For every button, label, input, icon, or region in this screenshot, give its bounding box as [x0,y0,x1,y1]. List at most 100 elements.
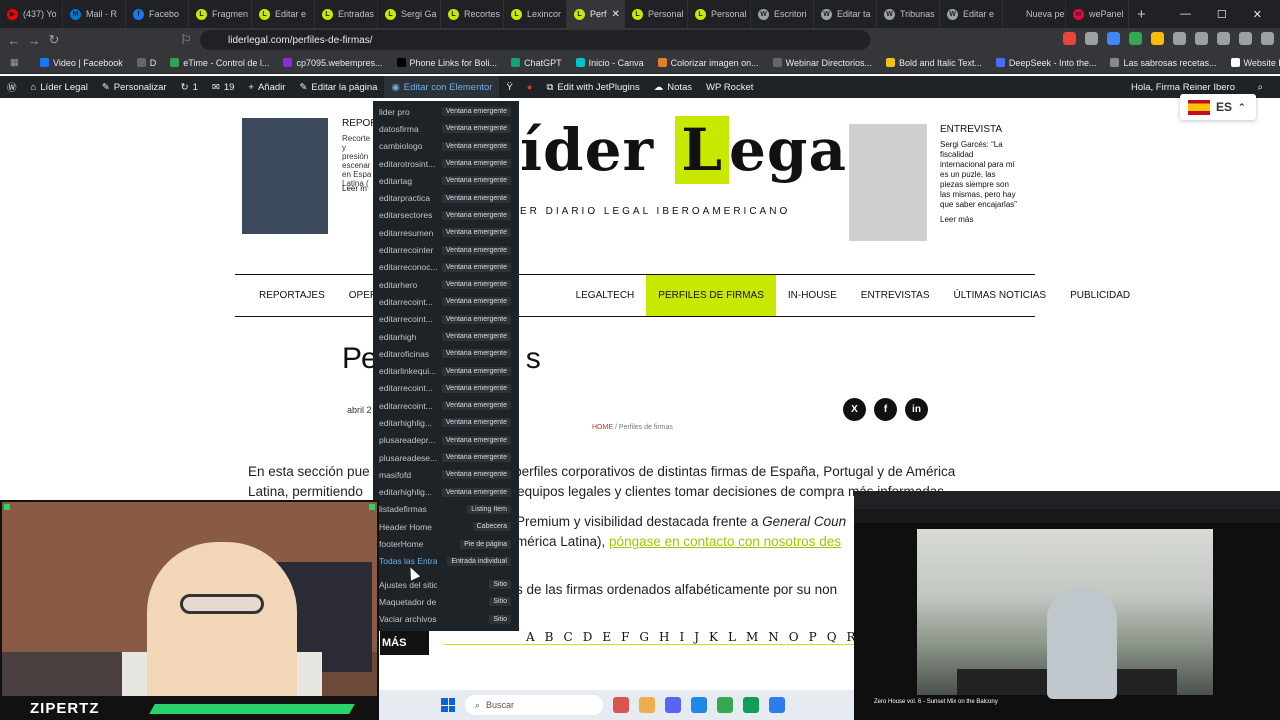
bookmark-item[interactable]: Bold and Italic Text... [886,58,982,68]
template-item[interactable]: editarhigh Ventana emergente [373,328,519,345]
site-logo[interactable]: íder Legal [520,116,870,184]
ext-icon[interactable] [1085,32,1098,45]
template-item[interactable]: editarrecoint... Ventana emergente [373,380,519,397]
template-item[interactable]: Maquetador de temas Sitio [373,593,519,610]
alphabet-letter[interactable]: F [621,630,629,644]
template-item[interactable]: editarhighlig... Ventana emergente [373,484,519,501]
interview-quote[interactable]: Sergi Garcés: “La fiscalidad internacion… [940,140,1020,210]
wp-site-link[interactable]: ⌂ Líder Legal [24,76,95,98]
browser-tab[interactable]: L Personal [688,0,751,28]
wp-customize-link[interactable]: ✎ Personalizar [95,76,174,98]
ext-icon[interactable] [1129,32,1142,45]
template-item[interactable]: editarotrosint... Ventana emergente [373,155,519,172]
nav-item[interactable]: IN-HOUSE [776,275,849,316]
browser-tab[interactable]: L Sergi Ga [378,0,441,28]
wp-add-link[interactable]: + Añadir [241,76,292,98]
reload-icon[interactable]: ↻ [44,32,64,48]
taskbar-app-icon[interactable] [691,697,707,713]
taskbar-app-icon[interactable] [639,697,655,713]
ext-icon[interactable] [1217,32,1230,45]
browser-tab[interactable]: W Editar e [940,0,1003,28]
template-item[interactable]: masifofd Ventana emergente [373,466,519,483]
nav-item[interactable]: ÚLTIMAS NOTICIAS [942,275,1059,316]
template-item[interactable]: editarrecoint... Ventana emergente [373,397,519,414]
alphabet-letter[interactable]: N [768,630,779,644]
tab-close-icon[interactable]: ✕ [612,9,620,20]
template-item[interactable]: editarresumen Ventana emergente [373,224,519,241]
ext-icon[interactable] [1063,32,1076,45]
template-item[interactable]: editarpractica Ventana emergente [373,189,519,206]
bookmark-item[interactable]: cp7095.webempres... [283,58,383,68]
template-item[interactable]: editarrecoint... Ventana emergente [373,293,519,310]
wp-comments-link[interactable]: ✉ 19 [205,76,242,98]
bookmark-item[interactable]: Las sabrosas recetas... [1110,58,1217,68]
alphabet-letter[interactable]: Q [827,630,837,644]
new-tab-icon[interactable]: + [1129,6,1154,23]
template-item[interactable]: Vaciar archivos y datos Sitio [373,611,519,628]
report-read-more[interactable]: Leer m [342,184,367,193]
ext-icon[interactable] [1261,32,1274,45]
alphabet-letter[interactable]: D [583,630,593,644]
interview-photo[interactable] [849,124,927,241]
ext-icon[interactable] [1173,32,1186,45]
template-item[interactable]: editarlinkequi... Ventana emergente [373,362,519,379]
bookmark-item[interactable]: Webinar Directorios... [772,58,872,68]
bookmark-item[interactable]: D [136,58,156,68]
taskbar-app-icon[interactable] [769,697,785,713]
browser-tab[interactable]: ▶ (437) Yo [0,0,63,28]
nav-item[interactable]: LEGALTECH [564,275,647,316]
back-icon[interactable]: ← [4,33,24,48]
facebook-share-icon[interactable]: f [874,398,897,421]
bookmark-item[interactable]: Colorizar imagen on... [657,58,759,68]
wp-edit-page-link[interactable]: ✎ Editar la página [292,76,384,98]
wp-y-icon[interactable]: Ÿ [499,76,519,98]
template-item[interactable]: editartag Ventana emergente [373,172,519,189]
alphabet-letter[interactable]: A [526,630,535,644]
report-photo[interactable] [242,118,328,234]
alphabet-letter[interactable]: B [545,630,554,644]
template-item[interactable]: listadefirmas Listing Item [373,501,519,518]
template-item[interactable]: editarsectores Ventana emergente [373,207,519,224]
alphabet-letter[interactable]: K [709,630,718,644]
template-item[interactable]: footerHome Pie de página [373,535,519,552]
wordpress-icon[interactable]: Ⓦ [0,76,24,98]
contact-link[interactable]: póngase en contacto con nosotros des [609,534,841,549]
mas-button[interactable]: MÁS [380,631,429,655]
video-frame[interactable] [917,529,1213,699]
forward-icon[interactable]: → [24,33,44,48]
bookmark-item[interactable]: Video | Facebook [40,58,123,68]
bookmark-item[interactable]: Phone Links for Boli... [396,58,497,68]
ext-icon[interactable] [1151,32,1164,45]
template-item[interactable]: editarreconoc... Ventana emergente [373,259,519,276]
wp-updates-link[interactable]: ↻ 1 [174,76,205,98]
ext-icon[interactable] [1239,32,1252,45]
ext-icon[interactable] [1107,32,1120,45]
close-window-icon[interactable]: ✕ [1253,8,1262,21]
browser-tab[interactable]: L Perf ✕ [567,0,625,28]
nav-item[interactable]: PERFILES DE FIRMAS [646,275,776,316]
taskbar-app-icon[interactable] [717,697,733,713]
template-item[interactable]: editarhero Ventana emergente [373,276,519,293]
taskbar-app-icon[interactable] [665,697,681,713]
browser-tab[interactable]: L Fragmen [189,0,252,28]
interview-read-more[interactable]: Leer más [940,215,973,224]
windows-start-icon[interactable] [441,698,455,712]
x-share-icon[interactable]: X [843,398,866,421]
browser-tab[interactable]: f Facebo [126,0,189,28]
ext-icon[interactable] [1195,32,1208,45]
template-item[interactable]: editarhighlig... Ventana emergente [373,414,519,431]
browser-tab[interactable]: L Recortes [441,0,504,28]
browser-tab[interactable]: W Escritori [751,0,814,28]
alphabet-letter[interactable]: I [679,630,684,644]
wp-notes-link[interactable]: ☁ Notas [647,76,699,98]
template-item[interactable]: cambiologo Ventana emergente [373,138,519,155]
maximize-icon[interactable]: ☐ [1217,8,1227,21]
taskbar-search[interactable]: ⌕ Buscar [465,695,603,715]
browser-tab[interactable]: L Entradas [315,0,378,28]
language-switcher[interactable]: ES ⌃ [1180,94,1256,120]
alphabet-letter[interactable]: E [602,630,611,644]
browser-tab[interactable]: W Editar ta [814,0,877,28]
template-item[interactable]: Todas las Entra... Entrada individual [373,553,519,570]
bookmark-item[interactable]: DeepSeek - Into the... [995,58,1096,68]
bookmark-item[interactable]: Website Examples... [1230,58,1280,68]
